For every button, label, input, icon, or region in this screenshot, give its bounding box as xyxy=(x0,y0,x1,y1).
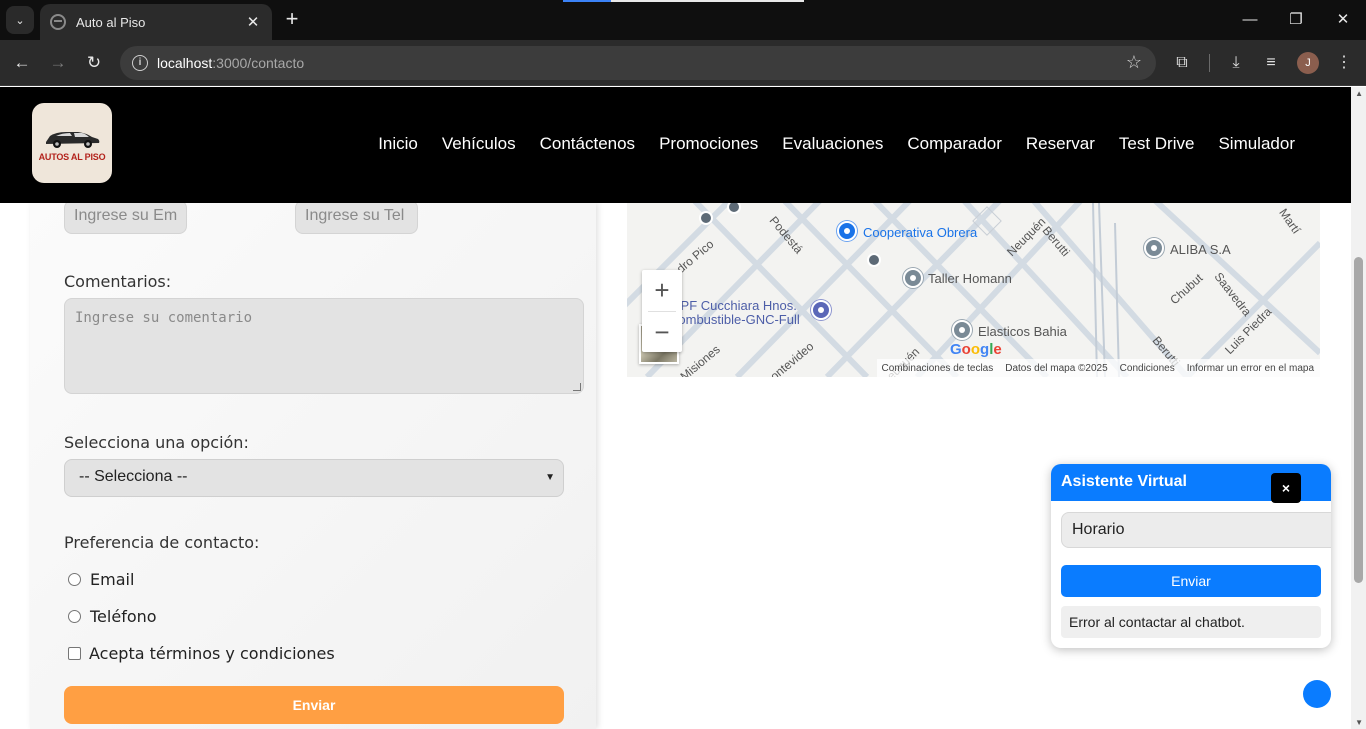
map-pin-icon[interactable] xyxy=(1144,238,1164,258)
chatbot-input[interactable]: Horario xyxy=(1061,512,1331,548)
nav-link-evaluaciones[interactable]: Evaluaciones xyxy=(782,134,883,154)
radio-phone[interactable] xyxy=(68,610,81,623)
comments-placeholder: Ingrese su comentario xyxy=(75,310,253,326)
map-place-taller[interactable]: Taller Homann xyxy=(928,271,1012,286)
page-viewport: Ingrese su Em Ingrese su Tel Comentarios… xyxy=(0,87,1366,729)
minimize-icon[interactable]: — xyxy=(1238,8,1262,32)
radio-email[interactable] xyxy=(68,573,81,586)
map-footer-link[interactable]: Condiciones xyxy=(1120,363,1175,374)
fuel-station-icon[interactable] xyxy=(811,300,831,320)
tab-close-icon[interactable]: ✕ xyxy=(244,13,262,31)
loading-indicator xyxy=(563,0,804,2)
chatbot-title: Asistente Virtual xyxy=(1061,473,1187,490)
map-place-cooperativa[interactable]: Cooperativa Obrera xyxy=(863,225,977,240)
google-logo: Google xyxy=(950,341,1002,358)
nav-link-reservar[interactable]: Reservar xyxy=(1026,134,1095,154)
option-select[interactable]: -- Selecciona -- ▼ xyxy=(64,459,564,497)
page-scrollbar[interactable]: ▲ ▼ xyxy=(1351,87,1366,729)
new-tab-plus-icon[interactable]: + xyxy=(280,8,304,32)
nav-link-contactenos[interactable]: Contáctenos xyxy=(540,134,635,154)
resize-handle-icon[interactable] xyxy=(573,383,581,391)
nav-link-test-drive[interactable]: Test Drive xyxy=(1119,134,1195,154)
comments-textarea[interactable]: Ingrese su comentario xyxy=(64,298,584,394)
scroll-up-arrow-icon[interactable]: ▲ xyxy=(1355,89,1363,98)
chatbot-send-button[interactable]: Enviar xyxy=(1061,565,1321,597)
tab-title: Auto al Piso xyxy=(76,14,146,30)
chevron-down-icon: ▼ xyxy=(545,472,555,483)
nav-link-comparador[interactable]: Comparador xyxy=(907,134,1002,154)
terms-checkbox[interactable] xyxy=(68,647,81,660)
address-bar[interactable]: i localhost:3000/contacto ☆ xyxy=(120,46,1156,80)
map-footer-link[interactable]: Informar un error en el mapa xyxy=(1187,363,1314,374)
contact-form-panel: Ingrese su Em Ingrese su Tel Comentarios… xyxy=(30,200,596,729)
download-icon[interactable]: ⤓ xyxy=(1224,51,1248,75)
car-logo-icon xyxy=(46,131,100,148)
ypf-line1: YPF Cucchiara Hnos. xyxy=(671,298,797,313)
zoom-in-plus-icon[interactable]: + xyxy=(642,270,682,311)
radio-email-row[interactable]: Email xyxy=(68,570,134,589)
site-header: AUTOS AL PISO Inicio Vehículos Contácten… xyxy=(0,87,1351,203)
scroll-down-arrow-icon[interactable]: ▼ xyxy=(1355,718,1363,727)
radio-email-label: Email xyxy=(90,570,135,589)
forward-arrow-icon[interactable]: → xyxy=(46,51,70,75)
extensions-icon[interactable]: ⧉ xyxy=(1170,51,1194,75)
browser-tabstrip: ⌄ Auto al Piso ✕ + — ❐ ✕ xyxy=(0,0,1366,40)
map-zoom-controls: + − xyxy=(642,270,682,352)
terms-row[interactable]: Acepta términos y condiciones xyxy=(68,644,335,663)
chatbot-close-icon[interactable]: × xyxy=(1271,473,1301,503)
browser-toolbar: ← → ↻ i localhost:3000/contacto ☆ ⧉ ⤓ ≡ … xyxy=(0,40,1366,86)
radio-phone-row[interactable]: Teléfono xyxy=(68,607,157,626)
map-place-aliba[interactable]: ALIBA S.A xyxy=(1170,242,1231,257)
media-control-icon[interactable]: ≡ xyxy=(1259,51,1283,75)
map-footer-link: Datos del mapa ©2025 xyxy=(1005,362,1108,374)
comments-label: Comentarios: xyxy=(64,272,172,291)
form-submit-button[interactable]: Enviar xyxy=(64,686,564,724)
nav-link-vehiculos[interactable]: Vehículos xyxy=(442,134,516,154)
zoom-out-minus-icon[interactable]: − xyxy=(642,312,682,353)
terms-label: Acepta términos y condiciones xyxy=(89,644,335,663)
nav-link-inicio[interactable]: Inicio xyxy=(378,134,418,154)
option-label: Selecciona una opción: xyxy=(64,433,249,452)
email-input[interactable]: Ingrese su Em xyxy=(64,200,187,234)
ypf-line2: Combustible-GNC-Full xyxy=(669,312,800,327)
site-info-icon[interactable]: i xyxy=(132,55,148,71)
radio-phone-label: Teléfono xyxy=(90,607,157,626)
nav-link-simulador[interactable]: Simulador xyxy=(1218,134,1295,154)
reload-icon[interactable]: ↻ xyxy=(82,51,106,75)
profile-avatar[interactable]: J xyxy=(1297,52,1319,74)
browser-tab-active[interactable]: Auto al Piso ✕ xyxy=(40,4,272,40)
chatbot-widget: Asistente Virtual × Horario Enviar Error… xyxy=(1051,464,1331,648)
restore-icon[interactable]: ❐ xyxy=(1284,8,1308,32)
chatbot-header: Asistente Virtual × xyxy=(1051,464,1331,503)
phone-input[interactable]: Ingrese su Tel xyxy=(295,200,418,234)
nav-link-promociones[interactable]: Promociones xyxy=(659,134,758,154)
url-path: :3000/contacto xyxy=(212,55,305,71)
chatbot-message: Error al contactar al chatbot. xyxy=(1061,606,1321,638)
map-footer: Combinaciones de teclas Datos del mapa ©… xyxy=(877,359,1320,377)
bus-stop-icon[interactable] xyxy=(867,253,881,267)
site-logo[interactable]: AUTOS AL PISO xyxy=(32,103,112,183)
contact-pref-label: Preferencia de contacto: xyxy=(64,533,260,552)
chatbot-launcher-button[interactable] xyxy=(1303,680,1331,708)
shopping-cart-icon[interactable] xyxy=(837,221,857,241)
toolbar-divider xyxy=(1209,54,1210,72)
map-pin-icon[interactable] xyxy=(903,268,923,288)
url-host: localhost xyxy=(157,55,213,71)
globe-icon xyxy=(50,14,66,30)
browser-menu-icon[interactable]: ⋮ xyxy=(1332,51,1356,75)
map-place-ypf[interactable]: YPF Cucchiara Hnos. Combustible-GNC-Full xyxy=(669,299,800,327)
option-selected-value: -- Selecciona -- xyxy=(79,468,188,485)
map-place-elasticos[interactable]: Elasticos Bahia xyxy=(978,324,1067,339)
tab-search-chevron-icon[interactable]: ⌄ xyxy=(6,6,34,34)
map-footer-link[interactable]: Combinaciones de teclas xyxy=(882,363,994,374)
back-arrow-icon[interactable]: ← xyxy=(10,51,34,75)
url-text: localhost:3000/contacto xyxy=(157,55,304,71)
bus-stop-icon[interactable] xyxy=(699,211,713,225)
window-close-icon[interactable]: ✕ xyxy=(1331,8,1355,32)
main-nav: Inicio Vehículos Contáctenos Promociones… xyxy=(378,134,1295,154)
scrollbar-thumb[interactable] xyxy=(1354,257,1363,583)
map-pin-icon[interactable] xyxy=(952,320,972,340)
logo-text: AUTOS AL PISO xyxy=(38,151,106,162)
bookmark-star-icon[interactable]: ☆ xyxy=(1126,52,1142,73)
